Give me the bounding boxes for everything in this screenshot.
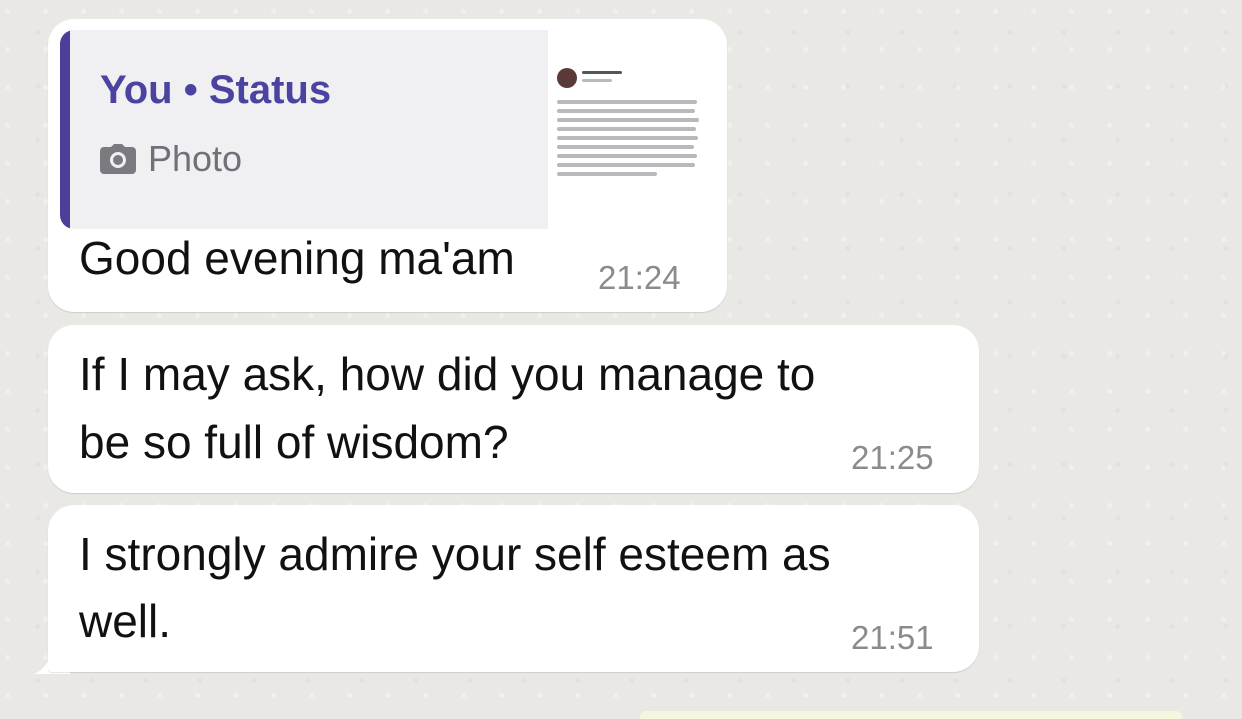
message-text: Good evening ma'am [79, 232, 515, 284]
reply-sender: You [100, 68, 173, 112]
reply-media-label: Photo [148, 138, 243, 179]
reply-context: Status [208, 68, 332, 112]
reply-title: You • Status [100, 68, 331, 113]
camera-icon [100, 144, 136, 174]
reply-quote[interactable]: You • Status Photo [60, 30, 713, 229]
message-text-line-1: I strongly admire your self esteem as [79, 528, 831, 580]
message-text-line-2: be so full of wisdom? [79, 416, 509, 468]
message-text-line-1: If I may ask, how did you manage to [79, 348, 816, 400]
message-time: 21:51 [851, 619, 934, 656]
reply-media-type: Photo [100, 138, 242, 180]
message-bubble-2[interactable]: If I may ask, how did you manage to be s… [48, 325, 979, 493]
message-bubble-3[interactable]: I strongly admire your self esteem as we… [48, 505, 979, 672]
message-time: 21:24 [598, 259, 681, 296]
message-text-line-2: well. [79, 595, 172, 647]
next-message-edge [640, 711, 1182, 719]
reply-separator: • [183, 68, 198, 112]
message-bubble-1[interactable]: You • Status Photo Good evening ma'am 21… [48, 19, 727, 312]
thumbnail-avatar [557, 68, 577, 88]
reply-accent-bar [60, 30, 70, 229]
status-thumbnail[interactable] [548, 30, 713, 229]
message-time: 21:25 [851, 439, 934, 476]
